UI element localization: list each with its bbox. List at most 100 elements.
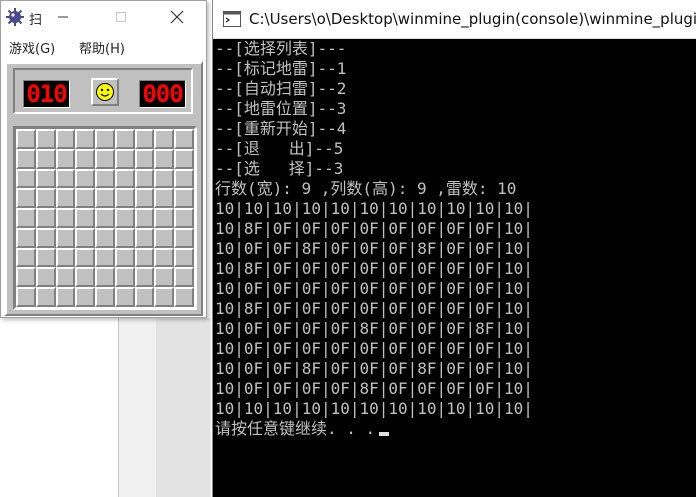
mine-cell[interactable] — [95, 267, 115, 288]
mine-cell[interactable] — [154, 247, 175, 268]
mine-cell[interactable] — [16, 129, 36, 149]
mine-cell[interactable] — [114, 267, 135, 288]
mine-cell[interactable] — [95, 188, 115, 209]
console-line-text: --[自动扫雷]--2 — [215, 79, 347, 98]
mine-cell[interactable] — [134, 129, 155, 149]
mine-cell[interactable] — [114, 168, 135, 189]
mine-cell[interactable] — [75, 148, 96, 169]
mine-cell[interactable] — [16, 247, 36, 268]
smiley-reset-button[interactable] — [91, 78, 119, 106]
menu-game[interactable]: 游戏(G) — [9, 38, 55, 57]
mine-cell[interactable] — [16, 227, 36, 248]
console-line-text: --[重新开始]--4 — [215, 119, 347, 138]
mine-cell[interactable] — [35, 188, 56, 209]
mine-cell[interactable] — [154, 129, 175, 149]
mine-cell[interactable] — [114, 227, 135, 248]
mine-cell[interactable] — [55, 227, 76, 248]
mine-cell[interactable] — [154, 267, 175, 288]
mine-cell[interactable] — [55, 267, 76, 288]
mine-cell[interactable] — [154, 148, 175, 169]
mine-cell[interactable] — [114, 188, 135, 209]
console-line-text: --[选择列表]--- — [215, 39, 347, 58]
mine-cell[interactable] — [55, 247, 76, 268]
mine-cell[interactable] — [55, 168, 76, 189]
mine-cell[interactable] — [55, 129, 76, 149]
mine-cell[interactable] — [114, 247, 135, 268]
mine-cell[interactable] — [16, 168, 36, 189]
mine-cell[interactable] — [134, 227, 155, 248]
mine-cell[interactable] — [114, 148, 135, 169]
mine-cell[interactable] — [174, 148, 194, 169]
mine-cell[interactable] — [154, 227, 175, 248]
mine-cell[interactable] — [95, 208, 115, 228]
mine-cell[interactable] — [75, 227, 96, 248]
console-line: --[地雷位置]--3 — [215, 99, 695, 119]
mine-cell[interactable] — [134, 287, 155, 307]
mine-cell[interactable] — [75, 168, 96, 189]
minesweeper-titlebar[interactable]: 扫 — [1, 1, 206, 33]
mine-cell[interactable] — [134, 168, 155, 189]
console-output[interactable]: --[选择列表]--- --[标记地雷]--1 --[自动扫雷]--2 --[地雷位置… — [215, 39, 695, 439]
console-line-text: 请按任意键继续. . . — [215, 419, 376, 438]
mine-cell[interactable] — [174, 287, 194, 307]
mine-cell[interactable] — [75, 287, 96, 307]
minimize-button[interactable] — [47, 1, 79, 33]
console-line-text: --[标记地雷]--1 — [215, 59, 347, 78]
maximize-button[interactable] — [105, 1, 137, 33]
mine-cell[interactable] — [75, 208, 96, 228]
mine-cell[interactable] — [154, 188, 175, 209]
mine-cell[interactable] — [55, 287, 76, 307]
mine-cell[interactable] — [174, 208, 194, 228]
mine-cell[interactable] — [35, 168, 56, 189]
mine-cell[interactable] — [95, 129, 115, 149]
mine-cell[interactable] — [95, 287, 115, 307]
mine-cell[interactable] — [75, 129, 96, 149]
mine-cell[interactable] — [35, 267, 56, 288]
mine-cell[interactable] — [35, 247, 56, 268]
mine-cell[interactable] — [174, 129, 194, 149]
mine-cell[interactable] — [114, 287, 135, 307]
mine-cell[interactable] — [174, 227, 194, 248]
mine-cell[interactable] — [174, 247, 194, 268]
mine-cell[interactable] — [55, 148, 76, 169]
mine-cell[interactable] — [16, 148, 36, 169]
minimize-icon — [58, 16, 68, 18]
mine-cell[interactable] — [174, 267, 194, 288]
mine-cell[interactable] — [134, 267, 155, 288]
mine-cell[interactable] — [174, 188, 194, 209]
mine-cell[interactable] — [114, 129, 135, 149]
mine-cell[interactable] — [134, 247, 155, 268]
mine-cell[interactable] — [16, 287, 36, 307]
mine-cell[interactable] — [35, 287, 56, 307]
mine-cell[interactable] — [134, 188, 155, 209]
mine-cell[interactable] — [95, 227, 115, 248]
mine-cell[interactable] — [95, 247, 115, 268]
mine-cell[interactable] — [75, 267, 96, 288]
mine-cell[interactable] — [154, 287, 175, 307]
mine-cell[interactable] — [154, 168, 175, 189]
mine-cell[interactable] — [35, 148, 56, 169]
mine-cell[interactable] — [16, 267, 36, 288]
console-line: --[退 出]--5 — [215, 139, 695, 159]
mine-cell[interactable] — [95, 148, 115, 169]
mine-cell[interactable] — [134, 148, 155, 169]
console-line-text: 10|10|10|10|10|10|10|10|10|10|10| — [215, 399, 533, 418]
mine-cell[interactable] — [95, 168, 115, 189]
close-button[interactable] — [161, 1, 193, 33]
mine-cell[interactable] — [154, 208, 175, 228]
mine-cell[interactable] — [75, 188, 96, 209]
console-titlebar[interactable]: C:\Users\o\Desktop\winmine_plugin(consol… — [213, 0, 696, 39]
mine-cell[interactable] — [134, 208, 155, 228]
mine-cell[interactable] — [55, 188, 76, 209]
mine-cell[interactable] — [35, 208, 56, 228]
mine-cell[interactable] — [35, 227, 56, 248]
mine-cell[interactable] — [16, 188, 36, 209]
mine-cell[interactable] — [75, 247, 96, 268]
mine-cell[interactable] — [114, 208, 135, 228]
mine-cell[interactable] — [174, 168, 194, 189]
game-panel: 010 000 — [4, 61, 203, 316]
mine-cell[interactable] — [55, 208, 76, 228]
mine-cell[interactable] — [16, 208, 36, 228]
mine-cell[interactable] — [35, 129, 56, 149]
menu-help[interactable]: 帮助(H) — [79, 38, 125, 57]
